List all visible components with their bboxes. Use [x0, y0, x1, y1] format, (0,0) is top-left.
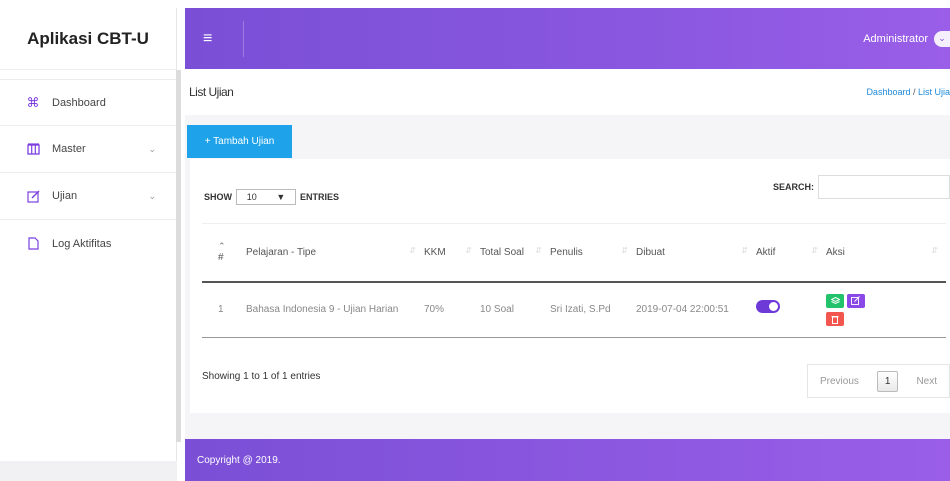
breadcrumb-separator: / — [910, 87, 918, 97]
search-input[interactable] — [818, 175, 950, 199]
edit-button[interactable] — [846, 293, 865, 308]
cell-total-soal: 10 Soal — [480, 281, 550, 338]
column-header-pelajaran[interactable]: Pelajaran - Tipe ⇵ — [246, 223, 424, 283]
layers-icon — [830, 296, 840, 304]
next-page-button[interactable]: Next — [904, 365, 949, 397]
view-button[interactable] — [826, 293, 844, 308]
sidebar-item-label: Ujian — [52, 190, 78, 202]
cell-aktif — [756, 281, 826, 338]
app-title: Aplikasi CBT-U — [0, 8, 176, 70]
chevron-down-icon: ⌄ — [148, 190, 156, 201]
sort-icon: ⇵ — [931, 246, 938, 255]
sidebar-item-label: Master — [52, 143, 86, 155]
column-header-aksi[interactable]: Aksi ⇵ — [826, 223, 946, 283]
show-label: SHOW — [204, 192, 232, 202]
chevron-down-icon: ⌄ — [934, 30, 950, 47]
exam-table-card: SHOW 10 ▼ ENTRIES SEARCH: ⌃# Pelajaran — [190, 159, 950, 413]
sort-icon: ⇵ — [621, 246, 628, 255]
cell-aksi — [826, 281, 946, 338]
column-header-no[interactable]: ⌃ # — [202, 223, 246, 283]
breadcrumb: Dashboard / List Ujia — [866, 87, 950, 97]
entries-control: SHOW 10 ▼ ENTRIES — [204, 189, 339, 205]
sidebar-item-label: Log Aktifitas — [52, 237, 112, 250]
table-header-row: ⌃ # Pelajaran - Tipe ⇵ KKM ⇵ Total Soal ⇵ Pe… — [202, 223, 946, 283]
columns-icon — [26, 142, 40, 156]
breadcrumb-current: List Ujia — [917, 87, 950, 97]
footer: Copyright @ 2019. — [185, 439, 950, 481]
sort-icon: ⇵ — [811, 246, 818, 255]
sort-icon: ⇵ — [409, 246, 416, 255]
column-header-aktif[interactable]: Aktif ⇵ — [756, 223, 826, 283]
entries-value: 10 — [246, 192, 257, 202]
cell-pelajaran: Bahasa Indonesia 9 - Ujian Harian — [246, 281, 424, 338]
sidebar-footer — [0, 461, 177, 481]
column-header-total-soal[interactable]: Total Soal ⇵ — [480, 223, 550, 283]
entries-select[interactable]: 10 ▼ — [236, 189, 296, 205]
cell-no: 1 — [202, 281, 246, 338]
pagination-info: Showing 1 to 1 of 1 entries — [202, 371, 321, 382]
sidebar-item-master[interactable]: Master ⌄ — [0, 126, 176, 173]
sort-icon: ⇵ — [465, 246, 472, 255]
column-header-kkm[interactable]: KKM ⇵ — [424, 223, 480, 283]
search-control: SEARCH: — [773, 175, 950, 199]
sidebar: Aplikasi CBT-U ⌘ Dashboard Master ⌄ Ujia… — [0, 8, 177, 481]
add-exam-button[interactable]: + Tambah Ujian — [187, 125, 292, 158]
sidebar-item-ujian[interactable]: Ujian ⌄ — [0, 173, 176, 220]
delete-button[interactable] — [826, 312, 844, 327]
divider — [243, 20, 244, 57]
scrollbar[interactable] — [176, 70, 181, 442]
table-row: 1 Bahasa Indonesia 9 - Ujian Harian 70% … — [202, 281, 946, 338]
user-menu[interactable]: Administrator ⌄ — [863, 30, 950, 47]
cell-kkm: 70% — [424, 281, 480, 338]
column-header-dibuat[interactable]: Dibuat ⇵ — [636, 223, 756, 283]
cell-dibuat: 2019-07-04 22:00:51 — [636, 281, 756, 338]
pagination: Previous 1 Next — [806, 364, 950, 398]
sort-icon: ⇵ — [741, 246, 748, 255]
hamburger-menu-icon[interactable]: ≡ — [203, 30, 221, 48]
exam-table: ⌃ # Pelajaran - Tipe ⇵ KKM ⇵ Total Soal ⇵ Pe… — [202, 223, 946, 338]
sort-icon: ⌃ — [218, 241, 226, 252]
column-header-penulis[interactable]: Penulis ⇵ — [550, 223, 636, 283]
page-button-1[interactable]: 1 — [871, 370, 905, 392]
sidebar-item-log-aktifitas[interactable]: Log Aktifitas — [0, 220, 176, 267]
cell-penulis: Sri Izati, S.Pd — [550, 281, 636, 338]
sort-icon: ⇵ — [535, 246, 542, 255]
search-label: SEARCH: — [772, 182, 814, 192]
trash-icon — [831, 315, 839, 324]
sidebar-nav: ⌘ Dashboard Master ⌄ Ujian ⌄ Log Aktifit… — [0, 79, 176, 267]
user-name: Administrator — [863, 32, 928, 45]
active-toggle[interactable] — [756, 300, 780, 314]
chevron-down-icon: ⌄ — [148, 143, 156, 154]
file-icon — [26, 237, 40, 251]
main-content: List Ujian Dashboard / List Ujia + Tamba… — [185, 69, 950, 439]
top-bar: ≡ Administrator ⌄ — [185, 8, 950, 69]
caret-down-icon: ▼ — [276, 192, 286, 202]
sidebar-item-dashboard[interactable]: ⌘ Dashboard — [0, 79, 176, 126]
page-header: List Ujian Dashboard / List Ujia — [185, 69, 950, 115]
command-icon: ⌘ — [26, 94, 40, 110]
sidebar-item-label: Dashboard — [52, 96, 106, 109]
breadcrumb-home-link[interactable]: Dashboard — [866, 87, 910, 97]
page-title: List Ujian — [189, 85, 234, 99]
previous-page-button[interactable]: Previous — [808, 365, 871, 397]
edit-icon — [26, 189, 40, 203]
edit-icon — [851, 296, 861, 305]
entries-label: ENTRIES — [300, 192, 340, 202]
